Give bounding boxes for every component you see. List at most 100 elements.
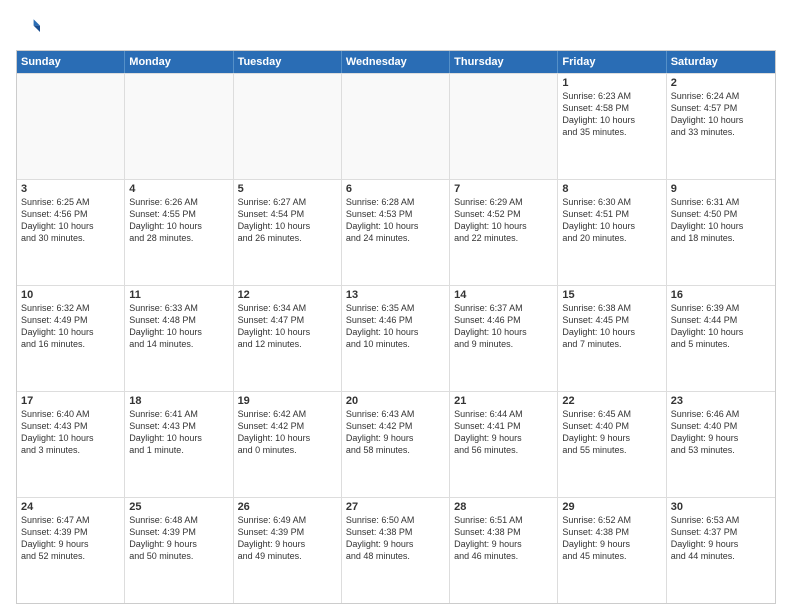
day-info: Sunrise: 6:33 AM Sunset: 4:48 PM Dayligh… <box>129 302 228 351</box>
cal-cell-15: 15Sunrise: 6:38 AM Sunset: 4:45 PM Dayli… <box>558 286 666 391</box>
day-info: Sunrise: 6:50 AM Sunset: 4:38 PM Dayligh… <box>346 514 445 563</box>
day-info: Sunrise: 6:43 AM Sunset: 4:42 PM Dayligh… <box>346 408 445 457</box>
day-number: 25 <box>129 501 228 513</box>
day-number: 3 <box>21 183 120 195</box>
cal-cell-30: 30Sunrise: 6:53 AM Sunset: 4:37 PM Dayli… <box>667 498 775 603</box>
day-number: 19 <box>238 395 337 407</box>
cal-cell-28: 28Sunrise: 6:51 AM Sunset: 4:38 PM Dayli… <box>450 498 558 603</box>
day-info: Sunrise: 6:42 AM Sunset: 4:42 PM Dayligh… <box>238 408 337 457</box>
day-info: Sunrise: 6:28 AM Sunset: 4:53 PM Dayligh… <box>346 196 445 245</box>
header-day-wednesday: Wednesday <box>342 51 450 73</box>
cal-cell-9: 9Sunrise: 6:31 AM Sunset: 4:50 PM Daylig… <box>667 180 775 285</box>
cal-cell-18: 18Sunrise: 6:41 AM Sunset: 4:43 PM Dayli… <box>125 392 233 497</box>
day-info: Sunrise: 6:47 AM Sunset: 4:39 PM Dayligh… <box>21 514 120 563</box>
day-info: Sunrise: 6:53 AM Sunset: 4:37 PM Dayligh… <box>671 514 771 563</box>
cal-cell-empty-0-1 <box>125 74 233 179</box>
day-number: 16 <box>671 289 771 301</box>
cal-cell-empty-0-0 <box>17 74 125 179</box>
day-info: Sunrise: 6:27 AM Sunset: 4:54 PM Dayligh… <box>238 196 337 245</box>
day-info: Sunrise: 6:35 AM Sunset: 4:46 PM Dayligh… <box>346 302 445 351</box>
day-number: 29 <box>562 501 661 513</box>
day-number: 24 <box>21 501 120 513</box>
day-info: Sunrise: 6:29 AM Sunset: 4:52 PM Dayligh… <box>454 196 553 245</box>
cal-cell-empty-0-4 <box>450 74 558 179</box>
header-day-tuesday: Tuesday <box>234 51 342 73</box>
day-number: 14 <box>454 289 553 301</box>
day-info: Sunrise: 6:24 AM Sunset: 4:57 PM Dayligh… <box>671 90 771 139</box>
day-info: Sunrise: 6:40 AM Sunset: 4:43 PM Dayligh… <box>21 408 120 457</box>
day-info: Sunrise: 6:25 AM Sunset: 4:56 PM Dayligh… <box>21 196 120 245</box>
cal-cell-14: 14Sunrise: 6:37 AM Sunset: 4:46 PM Dayli… <box>450 286 558 391</box>
header-day-thursday: Thursday <box>450 51 558 73</box>
day-number: 7 <box>454 183 553 195</box>
day-number: 28 <box>454 501 553 513</box>
day-number: 15 <box>562 289 661 301</box>
day-number: 22 <box>562 395 661 407</box>
day-info: Sunrise: 6:48 AM Sunset: 4:39 PM Dayligh… <box>129 514 228 563</box>
day-number: 21 <box>454 395 553 407</box>
cal-cell-16: 16Sunrise: 6:39 AM Sunset: 4:44 PM Dayli… <box>667 286 775 391</box>
cal-cell-19: 19Sunrise: 6:42 AM Sunset: 4:42 PM Dayli… <box>234 392 342 497</box>
cal-cell-27: 27Sunrise: 6:50 AM Sunset: 4:38 PM Dayli… <box>342 498 450 603</box>
day-info: Sunrise: 6:44 AM Sunset: 4:41 PM Dayligh… <box>454 408 553 457</box>
day-number: 18 <box>129 395 228 407</box>
day-number: 30 <box>671 501 771 513</box>
day-info: Sunrise: 6:39 AM Sunset: 4:44 PM Dayligh… <box>671 302 771 351</box>
cal-cell-13: 13Sunrise: 6:35 AM Sunset: 4:46 PM Dayli… <box>342 286 450 391</box>
day-number: 6 <box>346 183 445 195</box>
cal-cell-6: 6Sunrise: 6:28 AM Sunset: 4:53 PM Daylig… <box>342 180 450 285</box>
cal-cell-empty-0-2 <box>234 74 342 179</box>
day-info: Sunrise: 6:31 AM Sunset: 4:50 PM Dayligh… <box>671 196 771 245</box>
day-number: 17 <box>21 395 120 407</box>
cal-cell-23: 23Sunrise: 6:46 AM Sunset: 4:40 PM Dayli… <box>667 392 775 497</box>
header-day-friday: Friday <box>558 51 666 73</box>
cal-cell-26: 26Sunrise: 6:49 AM Sunset: 4:39 PM Dayli… <box>234 498 342 603</box>
header-day-saturday: Saturday <box>667 51 775 73</box>
day-number: 26 <box>238 501 337 513</box>
day-number: 23 <box>671 395 771 407</box>
cal-row-2: 10Sunrise: 6:32 AM Sunset: 4:49 PM Dayli… <box>17 285 775 391</box>
cal-row-3: 17Sunrise: 6:40 AM Sunset: 4:43 PM Dayli… <box>17 391 775 497</box>
cal-cell-empty-0-3 <box>342 74 450 179</box>
cal-cell-5: 5Sunrise: 6:27 AM Sunset: 4:54 PM Daylig… <box>234 180 342 285</box>
cal-row-1: 3Sunrise: 6:25 AM Sunset: 4:56 PM Daylig… <box>17 179 775 285</box>
cal-row-0: 1Sunrise: 6:23 AM Sunset: 4:58 PM Daylig… <box>17 73 775 179</box>
cal-cell-20: 20Sunrise: 6:43 AM Sunset: 4:42 PM Dayli… <box>342 392 450 497</box>
calendar: SundayMondayTuesdayWednesdayThursdayFrid… <box>16 50 776 604</box>
cal-cell-22: 22Sunrise: 6:45 AM Sunset: 4:40 PM Dayli… <box>558 392 666 497</box>
cal-cell-10: 10Sunrise: 6:32 AM Sunset: 4:49 PM Dayli… <box>17 286 125 391</box>
day-number: 20 <box>346 395 445 407</box>
cal-cell-11: 11Sunrise: 6:33 AM Sunset: 4:48 PM Dayli… <box>125 286 233 391</box>
calendar-body: 1Sunrise: 6:23 AM Sunset: 4:58 PM Daylig… <box>17 73 775 603</box>
cal-row-4: 24Sunrise: 6:47 AM Sunset: 4:39 PM Dayli… <box>17 497 775 603</box>
day-info: Sunrise: 6:37 AM Sunset: 4:46 PM Dayligh… <box>454 302 553 351</box>
day-number: 5 <box>238 183 337 195</box>
day-number: 12 <box>238 289 337 301</box>
cal-cell-3: 3Sunrise: 6:25 AM Sunset: 4:56 PM Daylig… <box>17 180 125 285</box>
cal-cell-25: 25Sunrise: 6:48 AM Sunset: 4:39 PM Dayli… <box>125 498 233 603</box>
day-number: 8 <box>562 183 661 195</box>
day-info: Sunrise: 6:32 AM Sunset: 4:49 PM Dayligh… <box>21 302 120 351</box>
day-number: 10 <box>21 289 120 301</box>
day-info: Sunrise: 6:45 AM Sunset: 4:40 PM Dayligh… <box>562 408 661 457</box>
cal-cell-24: 24Sunrise: 6:47 AM Sunset: 4:39 PM Dayli… <box>17 498 125 603</box>
day-info: Sunrise: 6:46 AM Sunset: 4:40 PM Dayligh… <box>671 408 771 457</box>
day-number: 2 <box>671 77 771 89</box>
day-info: Sunrise: 6:52 AM Sunset: 4:38 PM Dayligh… <box>562 514 661 563</box>
calendar-header: SundayMondayTuesdayWednesdayThursdayFrid… <box>17 51 775 73</box>
logo <box>16 16 44 40</box>
day-info: Sunrise: 6:30 AM Sunset: 4:51 PM Dayligh… <box>562 196 661 245</box>
cal-cell-29: 29Sunrise: 6:52 AM Sunset: 4:38 PM Dayli… <box>558 498 666 603</box>
day-info: Sunrise: 6:23 AM Sunset: 4:58 PM Dayligh… <box>562 90 661 139</box>
header-day-monday: Monday <box>125 51 233 73</box>
cal-cell-12: 12Sunrise: 6:34 AM Sunset: 4:47 PM Dayli… <box>234 286 342 391</box>
cal-cell-1: 1Sunrise: 6:23 AM Sunset: 4:58 PM Daylig… <box>558 74 666 179</box>
day-info: Sunrise: 6:34 AM Sunset: 4:47 PM Dayligh… <box>238 302 337 351</box>
day-info: Sunrise: 6:38 AM Sunset: 4:45 PM Dayligh… <box>562 302 661 351</box>
cal-cell-21: 21Sunrise: 6:44 AM Sunset: 4:41 PM Dayli… <box>450 392 558 497</box>
day-number: 11 <box>129 289 228 301</box>
header-day-sunday: Sunday <box>17 51 125 73</box>
day-number: 4 <box>129 183 228 195</box>
day-info: Sunrise: 6:49 AM Sunset: 4:39 PM Dayligh… <box>238 514 337 563</box>
day-number: 27 <box>346 501 445 513</box>
